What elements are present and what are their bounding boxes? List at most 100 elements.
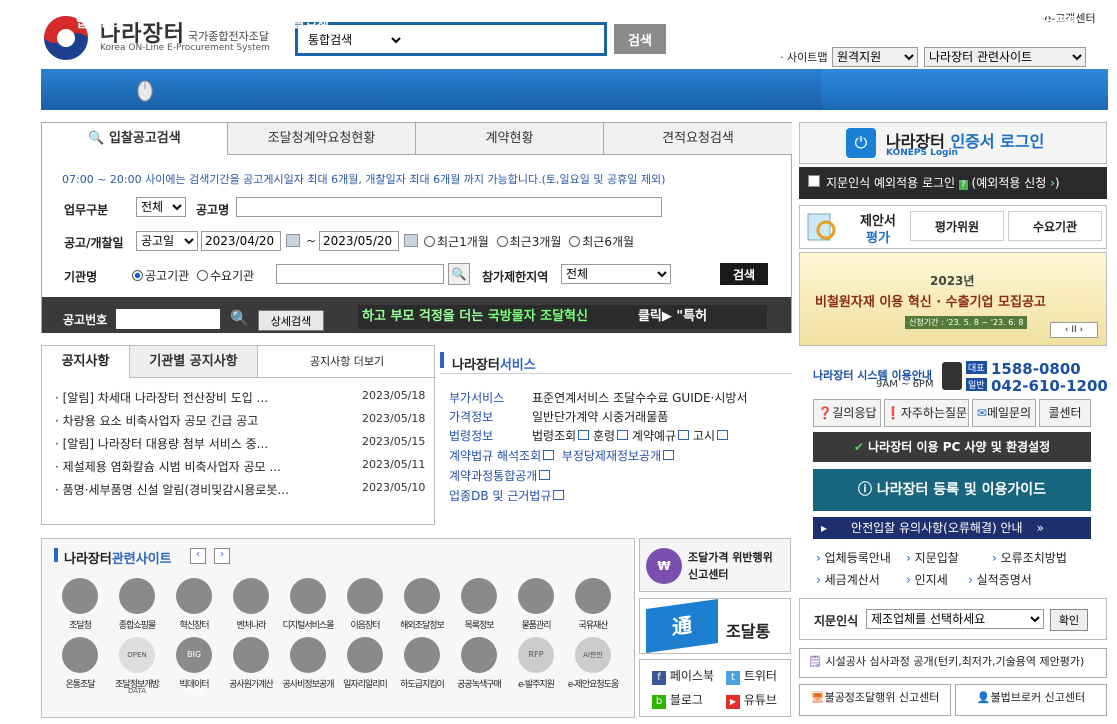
youtube-link[interactable]: ▶ 유튜브 [726,691,777,709]
notice-title[interactable]: · 품명·세부품명 신설 알림(경비및감시용로봇... [55,483,289,497]
detail-search-button[interactable]: 상세검색 [258,310,324,331]
related-site-label[interactable]: 빅데이터 [164,677,224,690]
notice-row[interactable]: · [알림] 차세대 나라장터 전산장비 도입 ... 2023/05/18 [55,389,435,406]
tab-estimate-search[interactable]: 견적요청검색 [604,123,792,155]
related-site-icon[interactable]: OPEN DATA [119,637,155,695]
sitemap-link[interactable]: · 사이트맵 [780,49,827,65]
broker-report-link[interactable]: 👤불법브로커 신고센터 [955,684,1107,716]
related-site-label[interactable]: 목록정보 [449,618,509,631]
related-site-label[interactable]: 국유재산 [563,618,623,631]
callcenter-button[interactable]: 콜센터 [1039,399,1091,427]
confirm-button[interactable]: 확인 [1050,609,1088,631]
guide-link[interactable]: › 실적증명서 [968,571,1032,588]
related-site-label[interactable]: 해외조달정보 [392,618,452,631]
demand-agency-radio[interactable]: 수요기관 [197,269,254,283]
notice-law-link[interactable]: 고시 [693,429,729,443]
finger-checkbox[interactable] [808,175,820,187]
related-site-label[interactable]: 물품관리 [506,618,566,631]
related-site-icon[interactable]: BIG DATA [176,637,212,695]
notice-row[interactable]: · 품명·세부품명 신설 알림(경비및감시용로봇... 2023/05/10 [55,481,435,498]
search-button[interactable]: 검색 [614,24,666,54]
related-site-icon[interactable] [461,637,497,673]
related-site-icon[interactable] [119,578,155,614]
notice-row[interactable]: · 제설제용 염화칼슘 시범 비축사업자 공모 ... 2023/05/11 [55,458,435,475]
related-site-icon[interactable] [62,637,98,673]
public-review-link[interactable]: 🗒 시설공사 심사과정 공개(턴키,최저가,기술용역 제안평가) [799,648,1107,678]
bid-search-button[interactable]: 검색 [720,263,768,285]
notice-title[interactable]: · [알림] 나라장터 대용량 첨부 서비스 중... [55,437,268,451]
notice-row[interactable]: · 차량용 요소 비축사업자 공모 긴급 공고 2023/05/18 [55,412,435,429]
faq-button[interactable]: ❗자주하는질문 [884,399,969,427]
contract-rule-link[interactable]: 계약예규 [632,429,690,443]
related-site-icon[interactable]: RFP [518,637,554,673]
related-site-icon[interactable] [233,637,269,673]
promo-ticker[interactable]: 하고 부모 걱정을 더는 국방물자 조달혁신 클릭▶ "특허 [358,305,767,329]
related-site-label[interactable]: e-제안요청도움 [563,677,623,690]
related-site-icon[interactable] [176,578,212,614]
region-limit-select[interactable]: 전체 [561,264,671,284]
svc-interpret-link[interactable]: 계약법규 해석조회 부정당제재정보공개 [449,447,675,464]
related-site-label[interactable]: 종합쇼핑몰 [107,618,167,631]
reg-guide-button[interactable]: ⓘ 나라장터 등록 및 이용가이드 [813,469,1091,511]
agency-name-input[interactable] [276,264,444,284]
related-site-icon[interactable] [404,637,440,673]
related-site-label[interactable]: 디지털서비스몰 [278,618,338,631]
svc-industry-db-link[interactable]: 업종DB 및 근거법규 [449,487,565,504]
nav-cert-register[interactable]: 인증서 등록 [1014,12,1078,31]
related-site-label[interactable]: 공공녹색구매 [449,677,509,690]
related-site-icon[interactable] [404,578,440,614]
related-site-label[interactable]: 혁신장터 [164,618,224,631]
bid-name-input[interactable] [236,197,662,217]
period-type-select[interactable]: 공고일 [136,231,198,251]
date-to-input[interactable] [319,231,399,251]
guide-link[interactable]: › 세금계산서 [816,571,880,588]
related-site-label[interactable]: 벤처나라 [221,618,281,631]
tab-notice[interactable]: 공지사항 [42,346,130,378]
tab-contract-request[interactable]: 조달청계약요청현황 [228,123,416,155]
agency-search-button[interactable]: 🔍 [448,263,470,285]
related-site-label[interactable]: 공사원가계산 [221,677,281,690]
svc-process-link[interactable]: 계약과정통합공개 [449,467,551,484]
twitter-link[interactable]: t 트위터 [726,667,777,685]
work-type-select[interactable]: 전체 [136,197,186,217]
nav-new-user[interactable]: 신규이용자 등록 [872,12,960,31]
unfair-report-link[interactable]: 🖥불공정조달행위 신고센터 [799,684,951,716]
law-search-link[interactable]: 법령조회 [532,429,590,443]
recent-1month-radio[interactable]: 최근1개월 [424,235,489,249]
nav-intro[interactable]: 나라장터 소개 [738,12,814,31]
next-arrow-icon[interactable]: › [214,548,230,564]
svc-addon-link[interactable]: 표준연계서비스 조달수수료 GUIDE·시방서 [532,389,748,406]
notice-title[interactable]: · 제설제용 염화칼슘 시범 비축사업자 공모 ... [55,460,281,474]
search-box[interactable]: 통합검색 [295,22,607,56]
related-site-label[interactable]: 하도급지킴이 [392,677,452,690]
nav-supplier[interactable]: 조달업체 [281,12,329,31]
related-site-icon[interactable]: AI판판 [575,637,611,673]
related-site-label[interactable]: 조달청 [50,618,110,631]
calendar-icon[interactable] [286,234,300,247]
safe-bid-bar[interactable]: ▸ 안전입찰 유의사항(오류해결) 안내» [813,517,1091,539]
related-site-label[interactable]: 공사비정보공개 [278,677,338,690]
search-icon[interactable]: 🔍 [230,309,249,327]
related-sites-select[interactable]: 나라장터 관련사이트 [924,47,1086,67]
eval-member-button[interactable]: 평가위원 [910,211,1004,241]
notice-more-link[interactable]: 공지사항 더보기 [258,346,436,378]
related-site-icon[interactable] [233,578,269,614]
remote-support-select[interactable]: 원격지원 [832,47,918,67]
related-site-icon[interactable] [290,637,326,673]
date-from-input[interactable] [201,231,281,251]
related-site-icon[interactable] [347,578,383,614]
nav-agency[interactable]: 수요기관 [195,12,243,31]
related-site-icon[interactable] [518,578,554,614]
related-site-icon[interactable] [347,637,383,673]
related-site-icon[interactable] [62,578,98,614]
blog-link[interactable]: b 블로그 [652,691,703,709]
notice-row[interactable]: · [알림] 나라장터 대용량 첨부 서비스 중... 2023/05/15 [55,435,435,452]
tab-agency-notice[interactable]: 기관별 공지사항 [130,346,258,378]
related-site-label[interactable]: 일자리알리미 [335,677,395,690]
notice-title[interactable]: · [알림] 차세대 나라장터 전산장비 도입 ... [55,391,268,405]
recent-3month-radio[interactable]: 최근3개월 [496,235,561,249]
bid-number-input[interactable] [116,309,220,329]
guide-link[interactable]: › 인지세 [906,571,948,588]
calendar-icon[interactable] [404,234,418,247]
related-site-label[interactable]: 온통조달 [50,677,110,690]
